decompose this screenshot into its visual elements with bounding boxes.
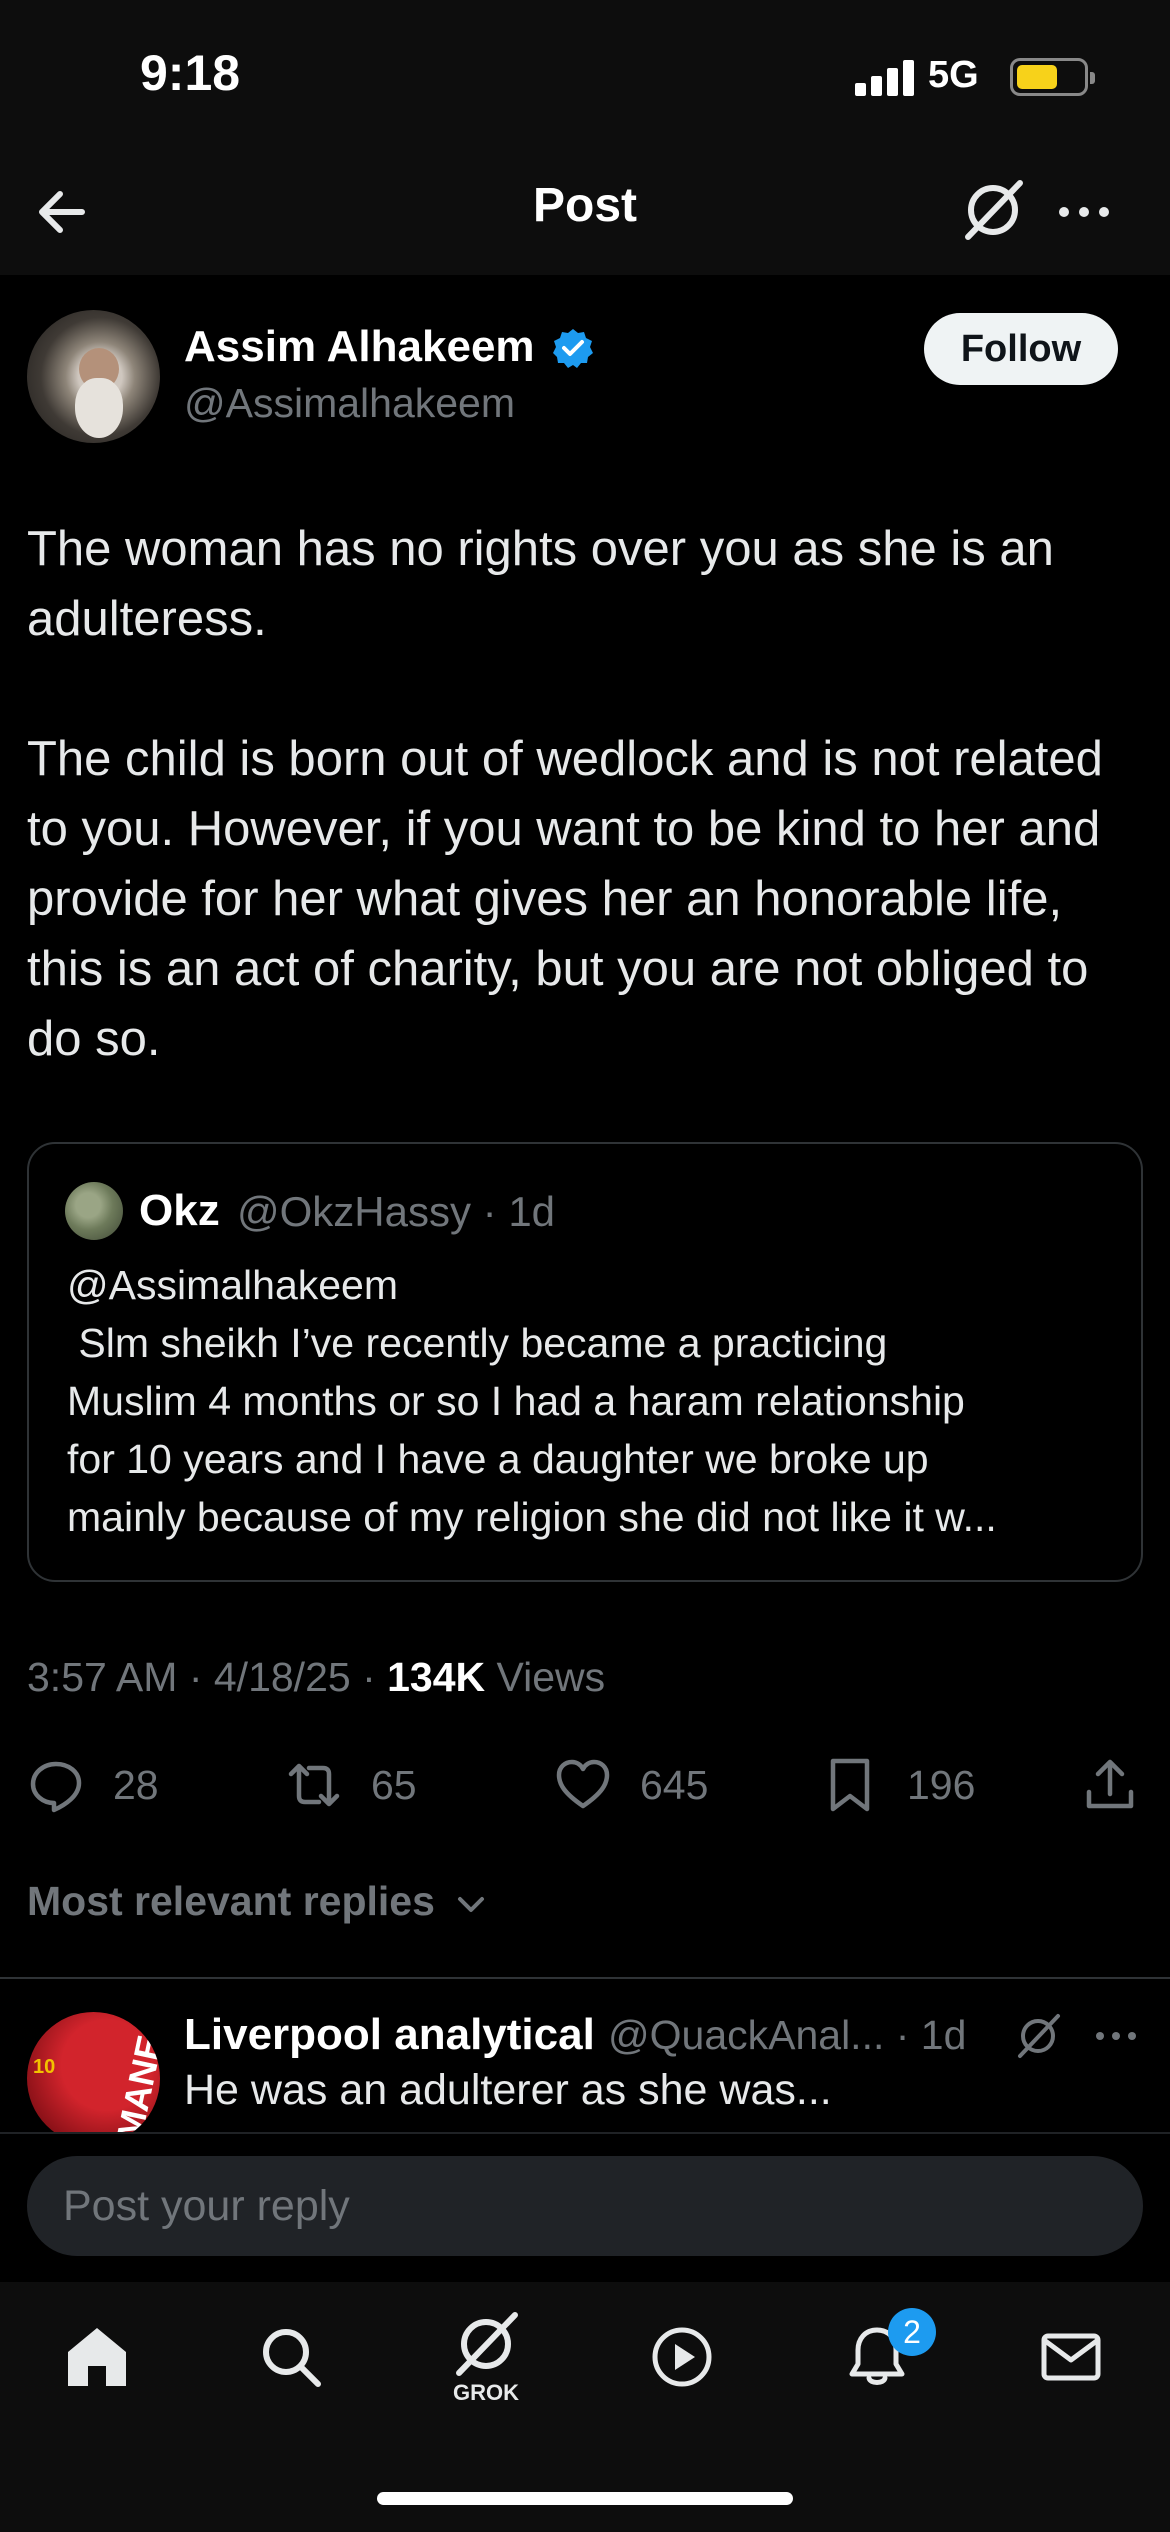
views-label: Views bbox=[496, 1654, 606, 1700]
network-label: 5G bbox=[928, 54, 979, 96]
reply-author-name[interactable]: Liverpool analytical bbox=[184, 2010, 595, 2060]
grok-icon bbox=[1018, 2014, 1060, 2058]
author-avatar[interactable] bbox=[27, 310, 160, 443]
share-button[interactable] bbox=[1081, 1750, 1167, 1820]
reply-text[interactable]: He was an adulterer as she was... bbox=[184, 2066, 832, 2115]
play-icon bbox=[652, 2327, 712, 2387]
action-bar: 28 65 645 196 bbox=[27, 1750, 1143, 1820]
status-bar: 9:18 5G bbox=[0, 0, 1170, 150]
quote-text: @Assimalhakeem Slm sheikh I’ve recently … bbox=[67, 1256, 1117, 1546]
nav-grok[interactable]: GROK bbox=[441, 2312, 531, 2405]
repost-button[interactable]: 65 bbox=[285, 1750, 417, 1820]
grok-label: GROK bbox=[453, 2380, 519, 2405]
notification-badge: 2 bbox=[888, 2308, 936, 2356]
heart-icon bbox=[556, 1759, 610, 1809]
reply-composer[interactable] bbox=[27, 2156, 1143, 2256]
repost-icon bbox=[288, 1763, 340, 1807]
more-button[interactable] bbox=[1052, 180, 1116, 244]
quote-line: mainly because of my religion she did no… bbox=[67, 1494, 997, 1540]
grok-icon bbox=[456, 2312, 518, 2376]
reply-button[interactable]: 28 bbox=[27, 1750, 159, 1820]
post-date: 4/18/25 bbox=[213, 1654, 351, 1700]
author-handle[interactable]: @Assimalhakeem bbox=[184, 380, 515, 427]
nav-video[interactable] bbox=[637, 2312, 727, 2402]
nav-search[interactable] bbox=[246, 2312, 336, 2402]
post-time: 3:57 AM bbox=[27, 1654, 178, 1700]
more-icon bbox=[1059, 207, 1109, 217]
quote-avatar bbox=[65, 1182, 123, 1240]
home-indicator bbox=[377, 2492, 793, 2505]
nav-home[interactable] bbox=[52, 2312, 142, 2402]
reply-avatar[interactable]: 10 MANE bbox=[27, 2012, 160, 2145]
post-text: The woman has no rights over you as she … bbox=[27, 514, 1147, 1144]
mail-icon bbox=[1041, 2333, 1101, 2381]
views-count[interactable]: 134K bbox=[387, 1654, 485, 1700]
post-paragraph: The child is born out of wedlock and is … bbox=[27, 732, 1103, 1066]
like-button[interactable]: 645 bbox=[554, 1750, 708, 1820]
reply-grok-button[interactable] bbox=[1012, 2010, 1064, 2062]
status-time: 9:18 bbox=[140, 45, 241, 101]
battery-fill bbox=[1017, 65, 1057, 89]
repost-count: 65 bbox=[371, 1761, 417, 1808]
post-paragraph: The woman has no rights over you as she … bbox=[27, 522, 1054, 646]
like-count: 645 bbox=[640, 1761, 709, 1808]
home-icon bbox=[68, 2328, 126, 2386]
bookmark-icon bbox=[830, 1758, 870, 1812]
post-meta: 3:57 AM · 4/18/25 · 134K Views bbox=[27, 1654, 606, 1700]
grok-icon bbox=[965, 180, 1023, 240]
quote-line: for 10 years and I have a daughter we br… bbox=[67, 1436, 929, 1482]
share-icon bbox=[1086, 1759, 1134, 1809]
battery-icon bbox=[1010, 58, 1095, 96]
verified-badge-icon bbox=[553, 329, 593, 368]
divider bbox=[0, 1977, 1170, 1979]
sort-label: Most relevant replies bbox=[27, 1878, 435, 1924]
chevron-down-icon bbox=[458, 1897, 485, 1913]
bookmark-button[interactable]: 196 bbox=[821, 1750, 975, 1820]
top-header: Post bbox=[0, 150, 1170, 275]
search-icon bbox=[263, 2329, 321, 2387]
more-icon bbox=[1096, 2032, 1136, 2040]
quote-line: @Assimalhakeem bbox=[67, 1262, 399, 1308]
reply-count: 28 bbox=[113, 1761, 159, 1808]
quote-author-handle: @OkzHassy · 1d bbox=[237, 1188, 556, 1235]
replies-sort-dropdown[interactable]: Most relevant replies bbox=[27, 1878, 488, 1925]
quote-line: Muslim 4 months or so I had a haram rela… bbox=[67, 1378, 965, 1424]
quoted-post[interactable]: Okz @OkzHassy · 1d @Assimalhakeem Slm sh… bbox=[27, 1142, 1143, 1582]
author-name[interactable]: Assim Alhakeem bbox=[184, 322, 535, 372]
reply-more-button[interactable] bbox=[1090, 2010, 1142, 2062]
reply-author-handle[interactable]: @QuackAnal... · 1d bbox=[608, 2012, 966, 2059]
quote-author-name: Okz bbox=[139, 1186, 220, 1235]
nav-messages[interactable] bbox=[1026, 2312, 1116, 2402]
bookmark-count: 196 bbox=[907, 1761, 976, 1808]
signal-icon bbox=[855, 58, 915, 96]
quote-line: Slm sheikh I’ve recently became a practi… bbox=[67, 1320, 888, 1366]
follow-button[interactable]: Follow bbox=[924, 313, 1118, 385]
reply-icon bbox=[30, 1761, 82, 1813]
reply-input[interactable] bbox=[63, 2156, 1103, 2256]
grok-button[interactable] bbox=[958, 175, 1028, 245]
